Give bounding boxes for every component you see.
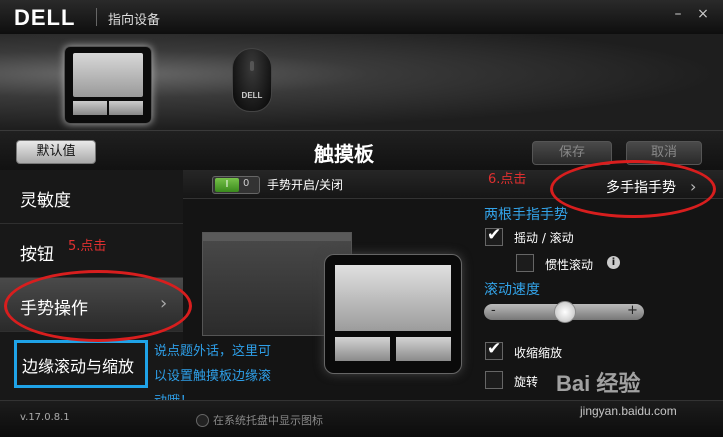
preview-touchpad-image [324,254,462,374]
baidu-watermark-url: jingyan.baidu.com [580,404,677,418]
tray-icon-checkbox[interactable] [196,414,209,427]
annotation-note-line2: 以设置触摸板边缘滚 [154,369,272,384]
minimize-button[interactable]: – [668,6,688,22]
pan-scroll-checkbox[interactable]: ✔ [485,225,503,246]
gesture-toggle-label: 手势开启/关闭 [267,178,344,192]
tray-icon-label: 在系统托盘中显示图标 [213,414,323,427]
slider-minus: - [491,303,496,318]
slider-knob[interactable] [554,301,576,323]
preview-touchpad-left-button [335,337,390,361]
dell-logo: DELL [14,5,76,30]
two-finger-heading: 两根手指手势 [484,207,568,223]
mouse-device-icon[interactable]: DELL [232,48,272,112]
scroll-speed-heading: 滚动速度 [484,282,540,298]
sidebar-item-sensitivity[interactable]: 灵敏度 [0,170,183,224]
pointing-device-window: DELL 指向设备 – × DELL 默认值 触摸板 保存 取消 灵敏度 按钮 … [0,0,723,437]
baidu-watermark-logo: Bai 经验 [556,371,641,396]
touchpad-left-button [73,101,107,115]
mouse-wheel [250,61,254,71]
checkmark-icon: ✔ [487,339,502,359]
sidebar-item-edge-scroll-zoom[interactable]: 边缘滚动与缩放 [14,340,148,388]
sidebar-item-label: 按钮 [20,245,54,265]
version-label: v.17.0.8.1 [20,412,70,423]
touchpad-right-button [109,101,143,115]
pinch-zoom-checkbox[interactable]: ✔ [485,339,503,360]
gesture-toggle[interactable]: I 0 [212,176,260,194]
annotation-ellipse-multi-finger [550,160,716,218]
annotation-ellipse-gestures [4,270,192,342]
info-icon[interactable]: i [607,256,620,269]
inertial-scroll-label: 惯性滚动 [545,258,594,272]
title-bar: DELL 指向设备 – × [0,0,723,35]
annotation-note-line1: 说点题外话，这里可 [154,344,272,359]
preview-touchpad-surface [335,265,451,331]
device-selector-bar: DELL [0,34,723,130]
rotate-label: 旋转 [514,375,539,389]
sidebar-item-label: 边缘滚动与缩放 [22,357,135,376]
touchpad-surface [73,53,143,97]
slider-plus: + [627,303,638,318]
close-button[interactable]: × [693,6,713,22]
sidebar-item-label: 灵敏度 [20,191,71,211]
rotate-checkbox[interactable] [485,371,503,389]
annotation-step6: 6.点击 [488,172,527,187]
default-button[interactable]: 默认值 [16,140,96,164]
annotation-step5: 5.点击 [68,239,107,254]
toggle-on: I [215,178,239,192]
toggle-off: 0 [243,178,250,189]
preview-touchpad-right-button [396,337,451,361]
touchpad-device-icon[interactable] [64,46,152,124]
pinch-zoom-label: 收缩缩放 [514,346,563,360]
checkmark-icon: ✔ [487,225,502,245]
scroll-speed-slider[interactable]: - + [484,301,644,323]
inertial-scroll-checkbox[interactable] [516,254,534,272]
title-separator [96,8,97,26]
window-title: 指向设备 [108,13,161,28]
pan-scroll-label: 摇动 / 滚动 [514,231,574,245]
preview-window-titlebar [203,233,351,241]
page-title: 触摸板 [314,142,374,166]
mouse-brand: DELL [241,91,263,100]
